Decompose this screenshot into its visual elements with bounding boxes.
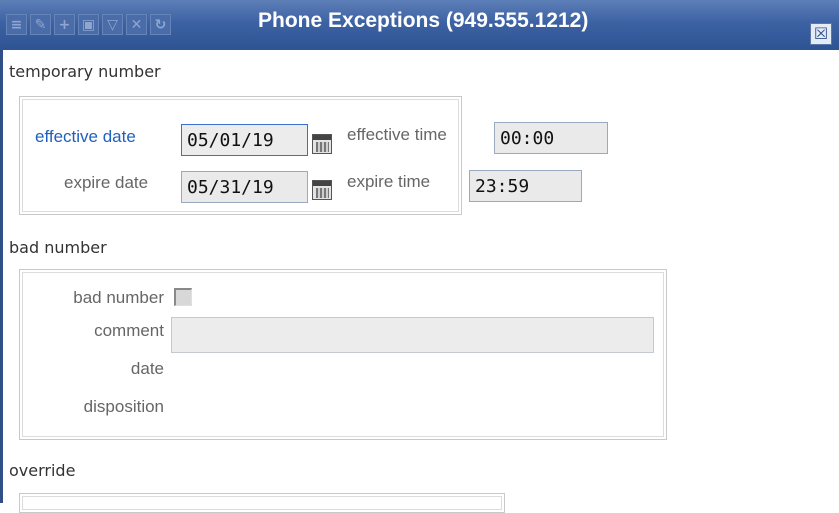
expire-date-label: expire date [64,173,149,192]
bad-number-checkbox-label: bad number [73,288,164,307]
save-icon[interactable]: ▣ [78,14,99,35]
delete-icon[interactable]: ▽ [102,14,123,35]
date-label: date [130,359,164,378]
override-section-label: override [9,461,76,480]
effective-time-label: effective time [347,125,447,144]
comment-label: comment [94,321,164,340]
window-title: Phone Exceptions (949.555.1212) [258,9,589,32]
effective-date-field[interactable]: 05/01/19 [181,124,308,156]
effective-date-label: effective date [35,127,136,146]
comment-input[interactable] [171,317,654,353]
effective-time-field[interactable]: 00:00 [494,122,608,154]
disposition-label: disposition [83,397,164,416]
bad-number-section-label: bad number [9,238,107,257]
bad-number-checkbox[interactable] [174,288,192,306]
cancel-icon[interactable]: ✕ [126,14,147,35]
expire-time-label: expire time [347,172,431,191]
phone-exceptions-window: ≡ ✎ + ▣ ▽ ✕ ↻ Phone Exceptions (949.555.… [0,0,839,513]
list-icon[interactable]: ≡ [6,14,27,35]
add-icon[interactable]: + [54,14,75,35]
toolbar: ≡ ✎ + ▣ ▽ ✕ ↻ [6,14,171,38]
window-left-border [0,0,3,503]
title-bar: ≡ ✎ + ▣ ▽ ✕ ↻ Phone Exceptions (949.555.… [0,0,839,50]
close-icon[interactable]: ☒ [810,23,832,45]
refresh-icon[interactable]: ↻ [150,14,171,35]
expire-date-field[interactable]: 05/31/19 [181,171,308,203]
expire-time-field[interactable]: 23:59 [469,170,582,202]
effective-date-calendar-icon[interactable] [312,134,332,154]
edit-icon[interactable]: ✎ [30,14,51,35]
temporary-number-section-label: temporary number [9,62,161,81]
override-fieldset [19,493,505,513]
expire-date-calendar-icon[interactable] [312,180,332,200]
